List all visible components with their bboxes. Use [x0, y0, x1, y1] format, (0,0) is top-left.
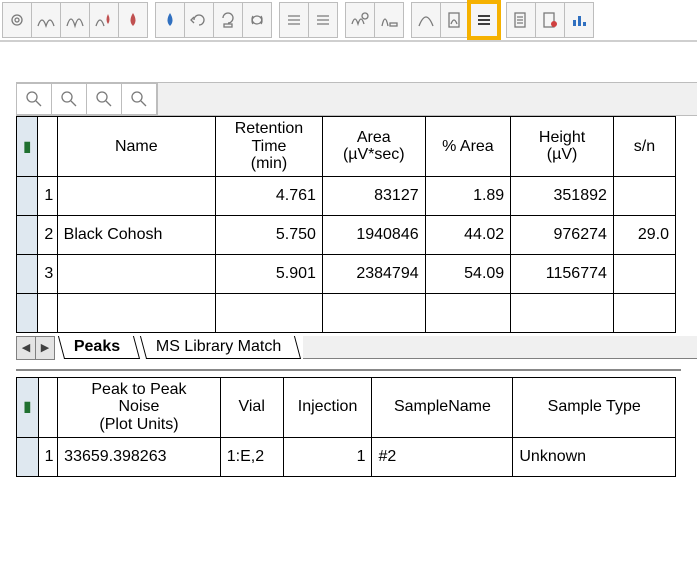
cell-pct[interactable]: 54.09: [425, 254, 511, 293]
drop-icon[interactable]: [118, 2, 148, 38]
cell-sample[interactable]: #2: [372, 437, 513, 476]
cell-sn[interactable]: [613, 254, 675, 293]
cell-name[interactable]: Black Cohosh: [57, 215, 215, 254]
cell-rt[interactable]: 5.901: [215, 254, 322, 293]
cell-sn[interactable]: [613, 176, 675, 215]
noise-header-row: ▮ Peak to Peak Noise (Plot Units) Vial I…: [17, 377, 676, 437]
row-index: 3: [38, 254, 57, 293]
expand-column-icon[interactable]: ▮: [17, 377, 39, 437]
cell-height[interactable]: 1156774: [511, 254, 614, 293]
cell-height[interactable]: 976274: [511, 215, 614, 254]
peak-icon-2[interactable]: [60, 2, 90, 38]
blue-drop-icon[interactable]: [155, 2, 185, 38]
rows-icon[interactable]: [279, 2, 309, 38]
table-row[interactable]: 3 5.901238479454.091156774: [17, 254, 676, 293]
tab-scroll-left-icon[interactable]: ◀: [16, 336, 36, 360]
wave-settings-icon[interactable]: [345, 2, 375, 38]
tab-ms-library-match[interactable]: MS Library Match: [140, 336, 302, 359]
single-peak-icon[interactable]: [411, 2, 441, 38]
peaks-tab-row: ◀ ▶ Peaks MS Library Match: [16, 335, 697, 361]
col-injection[interactable]: Injection: [283, 377, 372, 437]
peak-drop-icon[interactable]: [89, 2, 119, 38]
table-row[interactable]: 133659.3982631:E,21#2Unknown: [17, 437, 676, 476]
cell-pct[interactable]: 1.89: [425, 176, 511, 215]
cell-vial[interactable]: 1:E,2: [220, 437, 283, 476]
col-pct-area[interactable]: % Area: [425, 117, 511, 177]
col-name[interactable]: Name: [57, 117, 215, 177]
zoom-icon-1[interactable]: [16, 83, 52, 115]
cell-rt[interactable]: 4.761: [215, 176, 322, 215]
peaks-header-row: ▮ Name Retention Time (min) Area (µV*sec…: [17, 117, 676, 177]
col-samplename[interactable]: SampleName: [372, 377, 513, 437]
noise-table: ▮ Peak to Peak Noise (Plot Units) Vial I…: [16, 377, 676, 477]
col-vial[interactable]: Vial: [220, 377, 283, 437]
refresh-down-icon[interactable]: [213, 2, 243, 38]
cell-area[interactable]: 1940846: [322, 215, 425, 254]
cell-sn[interactable]: 29.0: [613, 215, 675, 254]
cell-rt[interactable]: 5.750: [215, 215, 322, 254]
page-peak-icon[interactable]: [440, 2, 470, 38]
peaks-table: ▮ Name Retention Time (min) Area (µV*sec…: [16, 116, 676, 333]
table-row[interactable]: 2Black Cohosh5.750194084644.0297627429.0: [17, 215, 676, 254]
table-row[interactable]: 1 4.761831271.89351892: [17, 176, 676, 215]
cell-type[interactable]: Unknown: [513, 437, 676, 476]
col-area[interactable]: Area (µV*sec): [322, 117, 425, 177]
row-index: 2: [38, 215, 57, 254]
zoom-icon-3[interactable]: [86, 83, 122, 115]
refresh-icon[interactable]: [184, 2, 214, 38]
cell-area[interactable]: 2384794: [322, 254, 425, 293]
cell-name[interactable]: [57, 254, 215, 293]
peaks-empty-row: [17, 293, 676, 332]
tab-scroll-right-icon[interactable]: ▶: [35, 336, 55, 360]
col-height[interactable]: Height (µV): [511, 117, 614, 177]
settings-icon[interactable]: [2, 2, 32, 38]
cell-height[interactable]: 351892: [511, 176, 614, 215]
library-icon[interactable]: [506, 2, 536, 38]
cell-injection[interactable]: 1: [283, 437, 372, 476]
cell-noise[interactable]: 33659.398263: [58, 437, 221, 476]
zoom-icon-2[interactable]: [51, 83, 87, 115]
rows-icon-2[interactable]: [308, 2, 338, 38]
spectrum-icon[interactable]: [374, 2, 404, 38]
recycle-icon[interactable]: [242, 2, 272, 38]
report-icon[interactable]: [535, 2, 565, 38]
row-index: 1: [38, 437, 58, 476]
chart-icon[interactable]: [564, 2, 594, 38]
main-toolbar: [0, 0, 697, 42]
col-sn[interactable]: s/n: [613, 117, 675, 177]
expand-column-icon[interactable]: ▮: [17, 117, 38, 177]
col-sampletype[interactable]: Sample Type: [513, 377, 676, 437]
cell-area[interactable]: 83127: [322, 176, 425, 215]
peaks-mini-toolbar: [16, 82, 697, 116]
peak-icon-1[interactable]: [31, 2, 61, 38]
results-icon[interactable]: [469, 2, 499, 38]
col-rt[interactable]: Retention Time (min): [215, 117, 322, 177]
col-noise[interactable]: Peak to Peak Noise (Plot Units): [58, 377, 221, 437]
cell-pct[interactable]: 44.02: [425, 215, 511, 254]
zoom-icon-4[interactable]: [121, 83, 157, 115]
cell-name[interactable]: [57, 176, 215, 215]
tab-peaks[interactable]: Peaks: [58, 336, 140, 359]
row-index: 1: [38, 176, 57, 215]
